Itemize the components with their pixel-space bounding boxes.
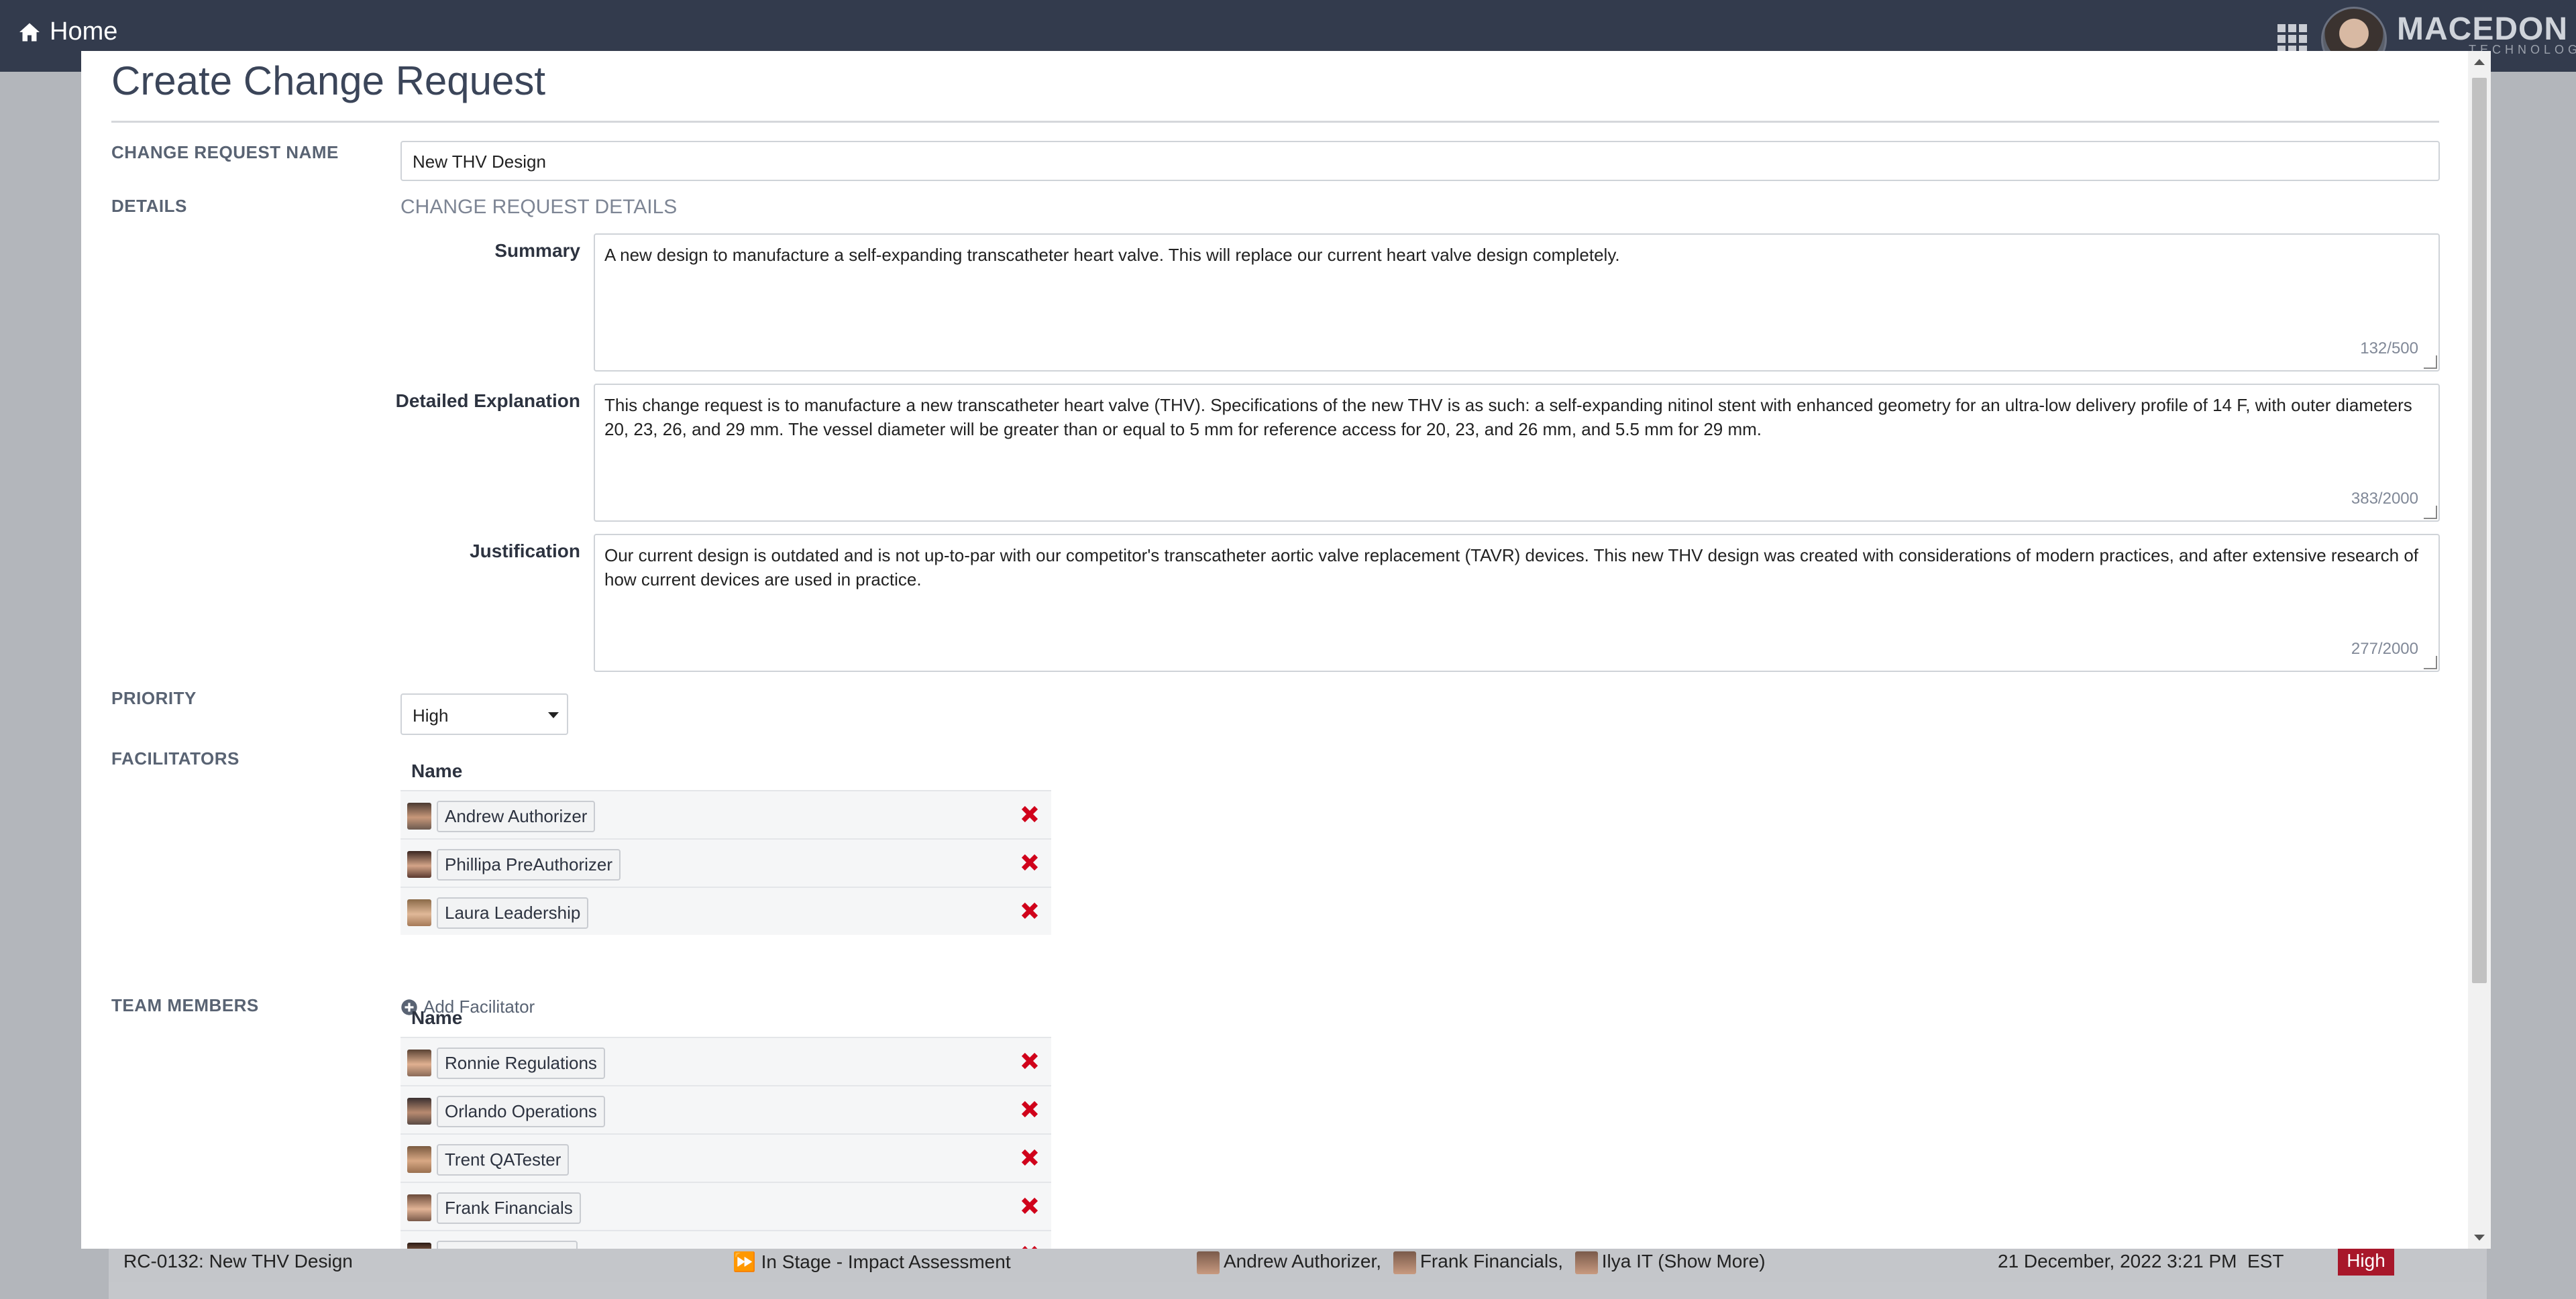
priority-label: PRIORITY	[111, 688, 197, 708]
team-members-table: Name Ronnie Regulations Orlando Operatio…	[400, 998, 1051, 1249]
apps-grid-icon[interactable]	[2277, 24, 2307, 54]
avatar	[407, 1050, 431, 1076]
resize-handle-icon[interactable]	[2424, 355, 2437, 369]
facilitators-table: Name Andrew Authorizer Phillipa PreAutho…	[400, 751, 1051, 935]
summary-text: A new design to manufacture a self-expan…	[604, 245, 1620, 265]
scroll-up-icon[interactable]	[2474, 59, 2485, 65]
change-request-name-label: CHANGE REQUEST NAME	[111, 142, 339, 162]
scroll-down-icon[interactable]	[2474, 1235, 2485, 1241]
bg-row-id-name: RC-0132: New THV Design	[123, 1251, 353, 1272]
modal-scrollbar[interactable]	[2468, 51, 2491, 1249]
bg-row-people: Andrew Authorizer, Frank Financials, Ily…	[1197, 1251, 1766, 1274]
bg-row-priority-badge: High	[2338, 1246, 2394, 1276]
explanation-text: This change request is to manufacture a …	[604, 395, 2412, 439]
home-label: Home	[50, 17, 118, 46]
table-row: Ronnie Regulations	[400, 1037, 1051, 1085]
justification-char-count: 277/2000	[2351, 640, 2418, 658]
person-tag[interactable]: Phillipa PreAuthorizer	[437, 849, 621, 881]
person-tag[interactable]: Laura Leadership	[437, 897, 589, 929]
person-tag[interactable]: Ronnie Regulations	[437, 1048, 605, 1079]
avatar	[407, 851, 431, 878]
explanation-char-count: 383/2000	[2351, 490, 2418, 508]
avatar	[407, 1098, 431, 1125]
person-tag[interactable]: Frank Financials	[437, 1192, 581, 1224]
justification-label: Justification	[470, 541, 580, 561]
resize-handle-icon[interactable]	[2424, 506, 2437, 519]
avatar	[407, 899, 431, 926]
summary-textarea[interactable]: A new design to manufacture a self-expan…	[594, 233, 2440, 372]
scrollbar-thumb[interactable]	[2472, 78, 2487, 983]
home-icon	[19, 23, 40, 41]
person-tag[interactable]: Andrew Authorizer	[437, 801, 596, 832]
table-row: Laura Leadership	[400, 887, 1051, 935]
justification-text: Our current design is outdated and is no…	[604, 545, 2418, 589]
person-tag[interactable]: Maria Marketing	[437, 1241, 578, 1249]
remove-icon[interactable]	[1019, 1098, 1040, 1120]
person-tag[interactable]: Orlando Operations	[437, 1096, 605, 1127]
explanation-textarea[interactable]: This change request is to manufacture a …	[594, 384, 2440, 522]
facilitators-label: FACILITATORS	[111, 748, 239, 769]
bg-row-date: 21 December, 2022 3:21 PM EST	[1998, 1251, 2284, 1272]
bg-row-stage: ⏩ In Stage - Impact Assessment	[733, 1251, 1011, 1272]
modal-title: Create Change Request	[111, 58, 546, 103]
summary-label: Summary	[494, 240, 580, 261]
avatar	[407, 1243, 431, 1249]
explanation-label: Detailed Explanation	[395, 390, 580, 411]
table-row: Andrew Authorizer	[400, 790, 1051, 838]
avatar	[407, 803, 431, 830]
avatar	[407, 1194, 431, 1221]
details-heading: CHANGE REQUEST DETAILS	[400, 196, 678, 218]
home-link[interactable]: Home	[17, 17, 117, 46]
justification-textarea[interactable]: Our current design is outdated and is no…	[594, 534, 2440, 672]
remove-icon[interactable]	[1019, 1195, 1040, 1217]
table-row: Trent QATester	[400, 1133, 1051, 1182]
priority-selected-value: High	[413, 705, 449, 726]
priority-select[interactable]: High	[400, 693, 568, 735]
title-divider	[111, 121, 2439, 123]
resize-handle-icon[interactable]	[2424, 656, 2437, 669]
chevron-down-icon	[548, 712, 559, 718]
facilitators-name-header: Name	[411, 760, 463, 781]
summary-char-count: 132/500	[2360, 339, 2418, 357]
person-tag[interactable]: Trent QATester	[437, 1144, 570, 1176]
team-members-label: TEAM MEMBERS	[111, 995, 259, 1015]
table-row: Frank Financials	[400, 1182, 1051, 1230]
remove-icon[interactable]	[1019, 852, 1040, 873]
table-row: Maria Marketing	[400, 1230, 1051, 1249]
remove-icon[interactable]	[1019, 1050, 1040, 1072]
remove-icon[interactable]	[1019, 1147, 1040, 1168]
change-request-name-input[interactable]: New THV Design	[400, 141, 2440, 181]
brand-logo: MACEDON	[2397, 11, 2568, 47]
remove-icon[interactable]	[1019, 1243, 1040, 1249]
remove-icon[interactable]	[1019, 900, 1040, 921]
avatar	[407, 1146, 431, 1173]
remove-icon[interactable]	[1019, 803, 1040, 825]
create-change-request-modal: Create Change Request CHANGE REQUEST NAM…	[81, 51, 2491, 1249]
table-row: Orlando Operations	[400, 1085, 1051, 1133]
team-name-header: Name	[411, 1007, 463, 1028]
table-row: Phillipa PreAuthorizer	[400, 838, 1051, 887]
details-label: DETAILS	[111, 196, 187, 216]
